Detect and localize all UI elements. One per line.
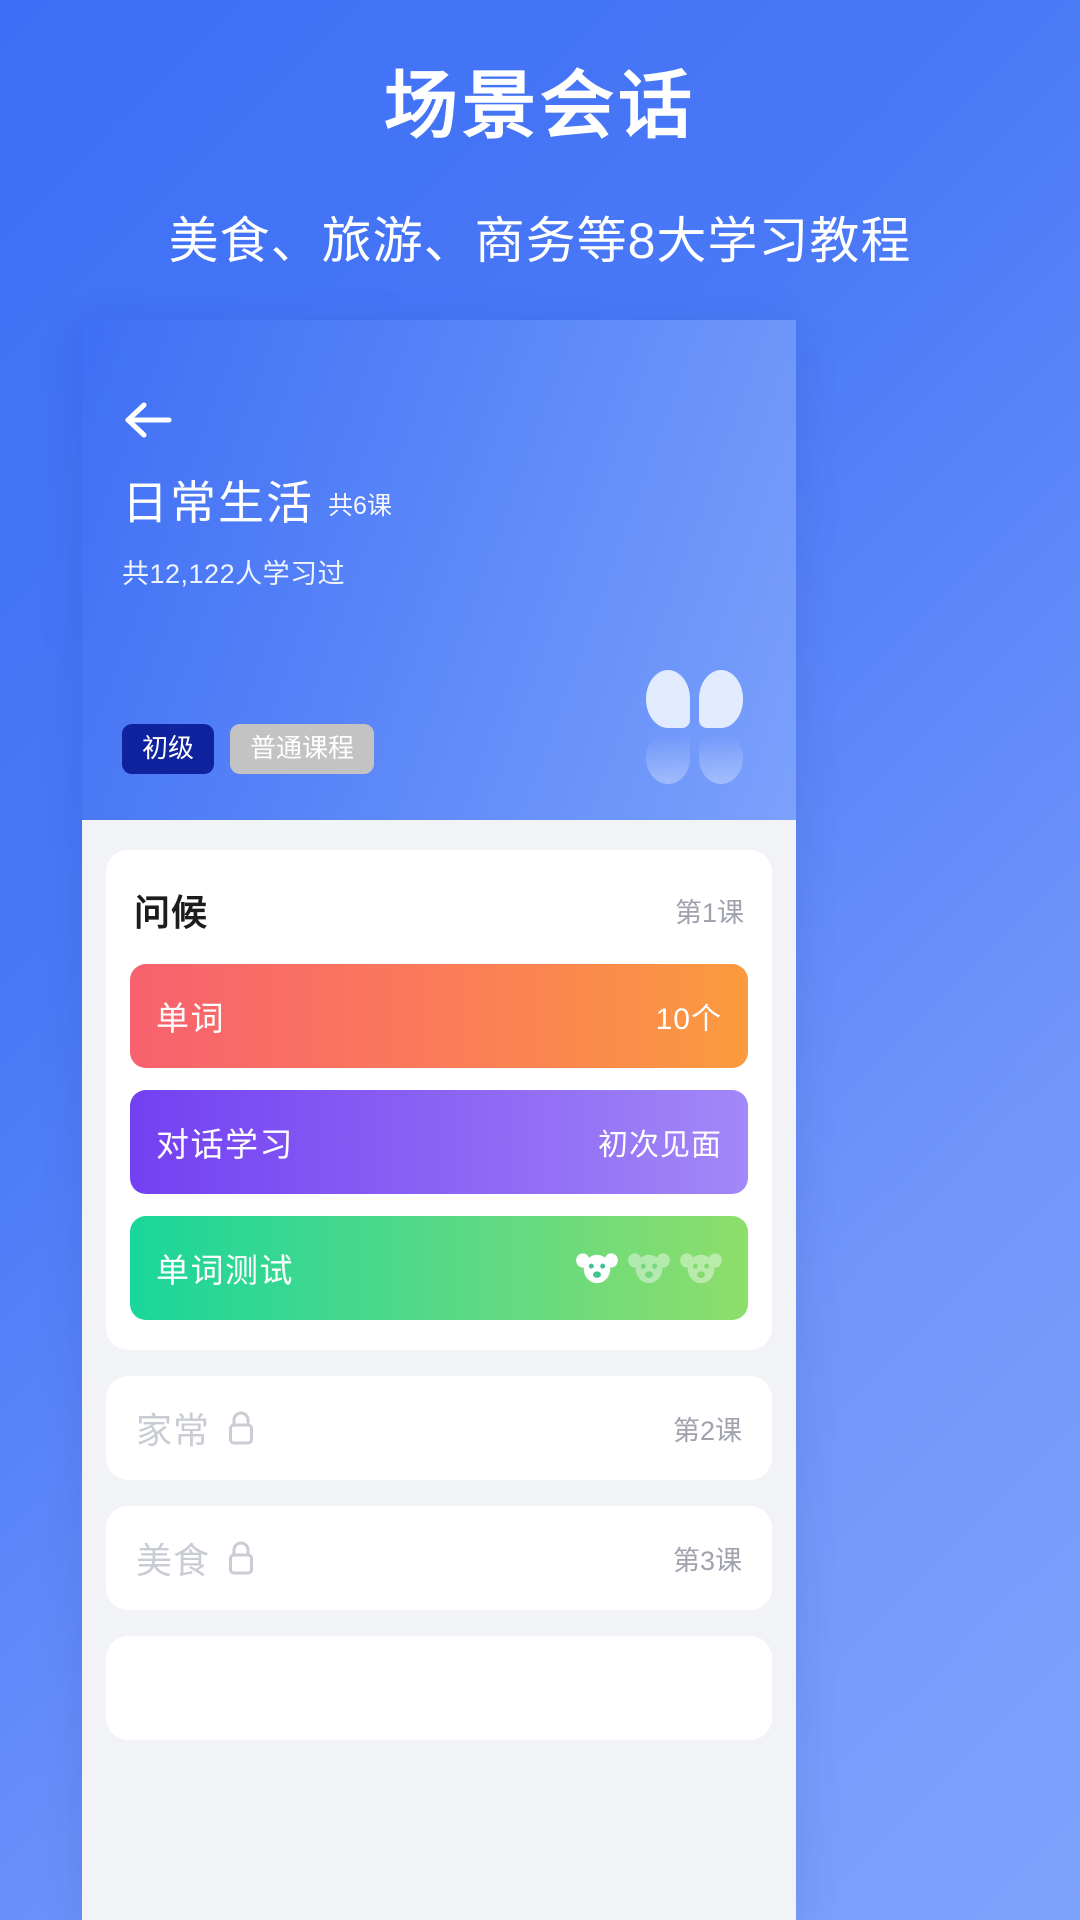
- lesson-index: 第3课: [672, 1545, 742, 1576]
- koala-face-icon: [680, 1253, 722, 1284]
- course-learner-count: 共12,122人学习过: [122, 559, 346, 589]
- phone-mockup: 日常生活 共6课 共12,122人学习过 初级 普通课程 问候 第1课 单词 1…: [82, 320, 796, 1920]
- page-subtitle: 美食、旅游、商务等8大学习教程: [168, 213, 912, 270]
- lesson-index: 第2课: [672, 1415, 742, 1446]
- lesson-card-active: 问候 第1课 单词 10个 对话学习 初次见面 单词测试: [106, 850, 772, 1350]
- activity-value: 10个: [655, 1003, 722, 1036]
- course-hero: 日常生活 共6课 共12,122人学习过 初级 普通课程: [82, 320, 796, 820]
- lesson-title: 美食: [136, 1540, 211, 1581]
- lesson-header: 问候 第1课: [130, 880, 748, 936]
- arrow-left-icon: [125, 402, 172, 438]
- lock-icon: [229, 1541, 254, 1575]
- lesson-title: 家常: [136, 1410, 211, 1451]
- quote-blob-icon: [646, 670, 744, 830]
- status-badge-type: 普通课程: [230, 724, 375, 774]
- lesson-card-locked[interactable]: 家常 第2课: [106, 1376, 772, 1480]
- koala-face-icon: [576, 1253, 618, 1284]
- back-button[interactable]: [120, 392, 176, 448]
- activity-value: 初次见面: [598, 1129, 722, 1162]
- locked-lesson-left: 美食: [136, 1532, 258, 1584]
- course-tags: 初级 普通课程: [122, 724, 375, 774]
- status-badge-level: 初级: [122, 724, 215, 774]
- course-title-row: 日常生活 共6课: [122, 480, 392, 526]
- activity-label: 单词测试: [156, 1252, 294, 1289]
- locked-lesson-left: 家常: [136, 1402, 258, 1454]
- activity-label: 单词: [156, 1000, 225, 1037]
- quiz-score-icons: [576, 1250, 722, 1286]
- activity-row-dialog[interactable]: 对话学习 初次见面: [130, 1090, 748, 1194]
- koala-face-icon: [628, 1253, 670, 1284]
- activity-row-words[interactable]: 单词 10个: [130, 964, 748, 1068]
- activity-row-quiz[interactable]: 单词测试: [130, 1216, 748, 1320]
- lesson-list: 问候 第1课 单词 10个 对话学习 初次见面 单词测试 家常 第2课 美食 第…: [82, 820, 796, 1920]
- page-title: 场景会话: [384, 64, 696, 147]
- course-lesson-count: 共6课: [328, 492, 392, 520]
- activity-label: 对话学习: [156, 1126, 294, 1163]
- lesson-card-locked-partial[interactable]: [106, 1636, 772, 1740]
- promo-header: 场景会话 美食、旅游、商务等8大学习教程: [0, 0, 1080, 273]
- course-title: 日常生活: [122, 477, 314, 529]
- lock-icon: [229, 1411, 254, 1445]
- lesson-title: 问候: [134, 892, 209, 933]
- lesson-index: 第1课: [674, 897, 744, 928]
- lesson-card-locked[interactable]: 美食 第3课: [106, 1506, 772, 1610]
